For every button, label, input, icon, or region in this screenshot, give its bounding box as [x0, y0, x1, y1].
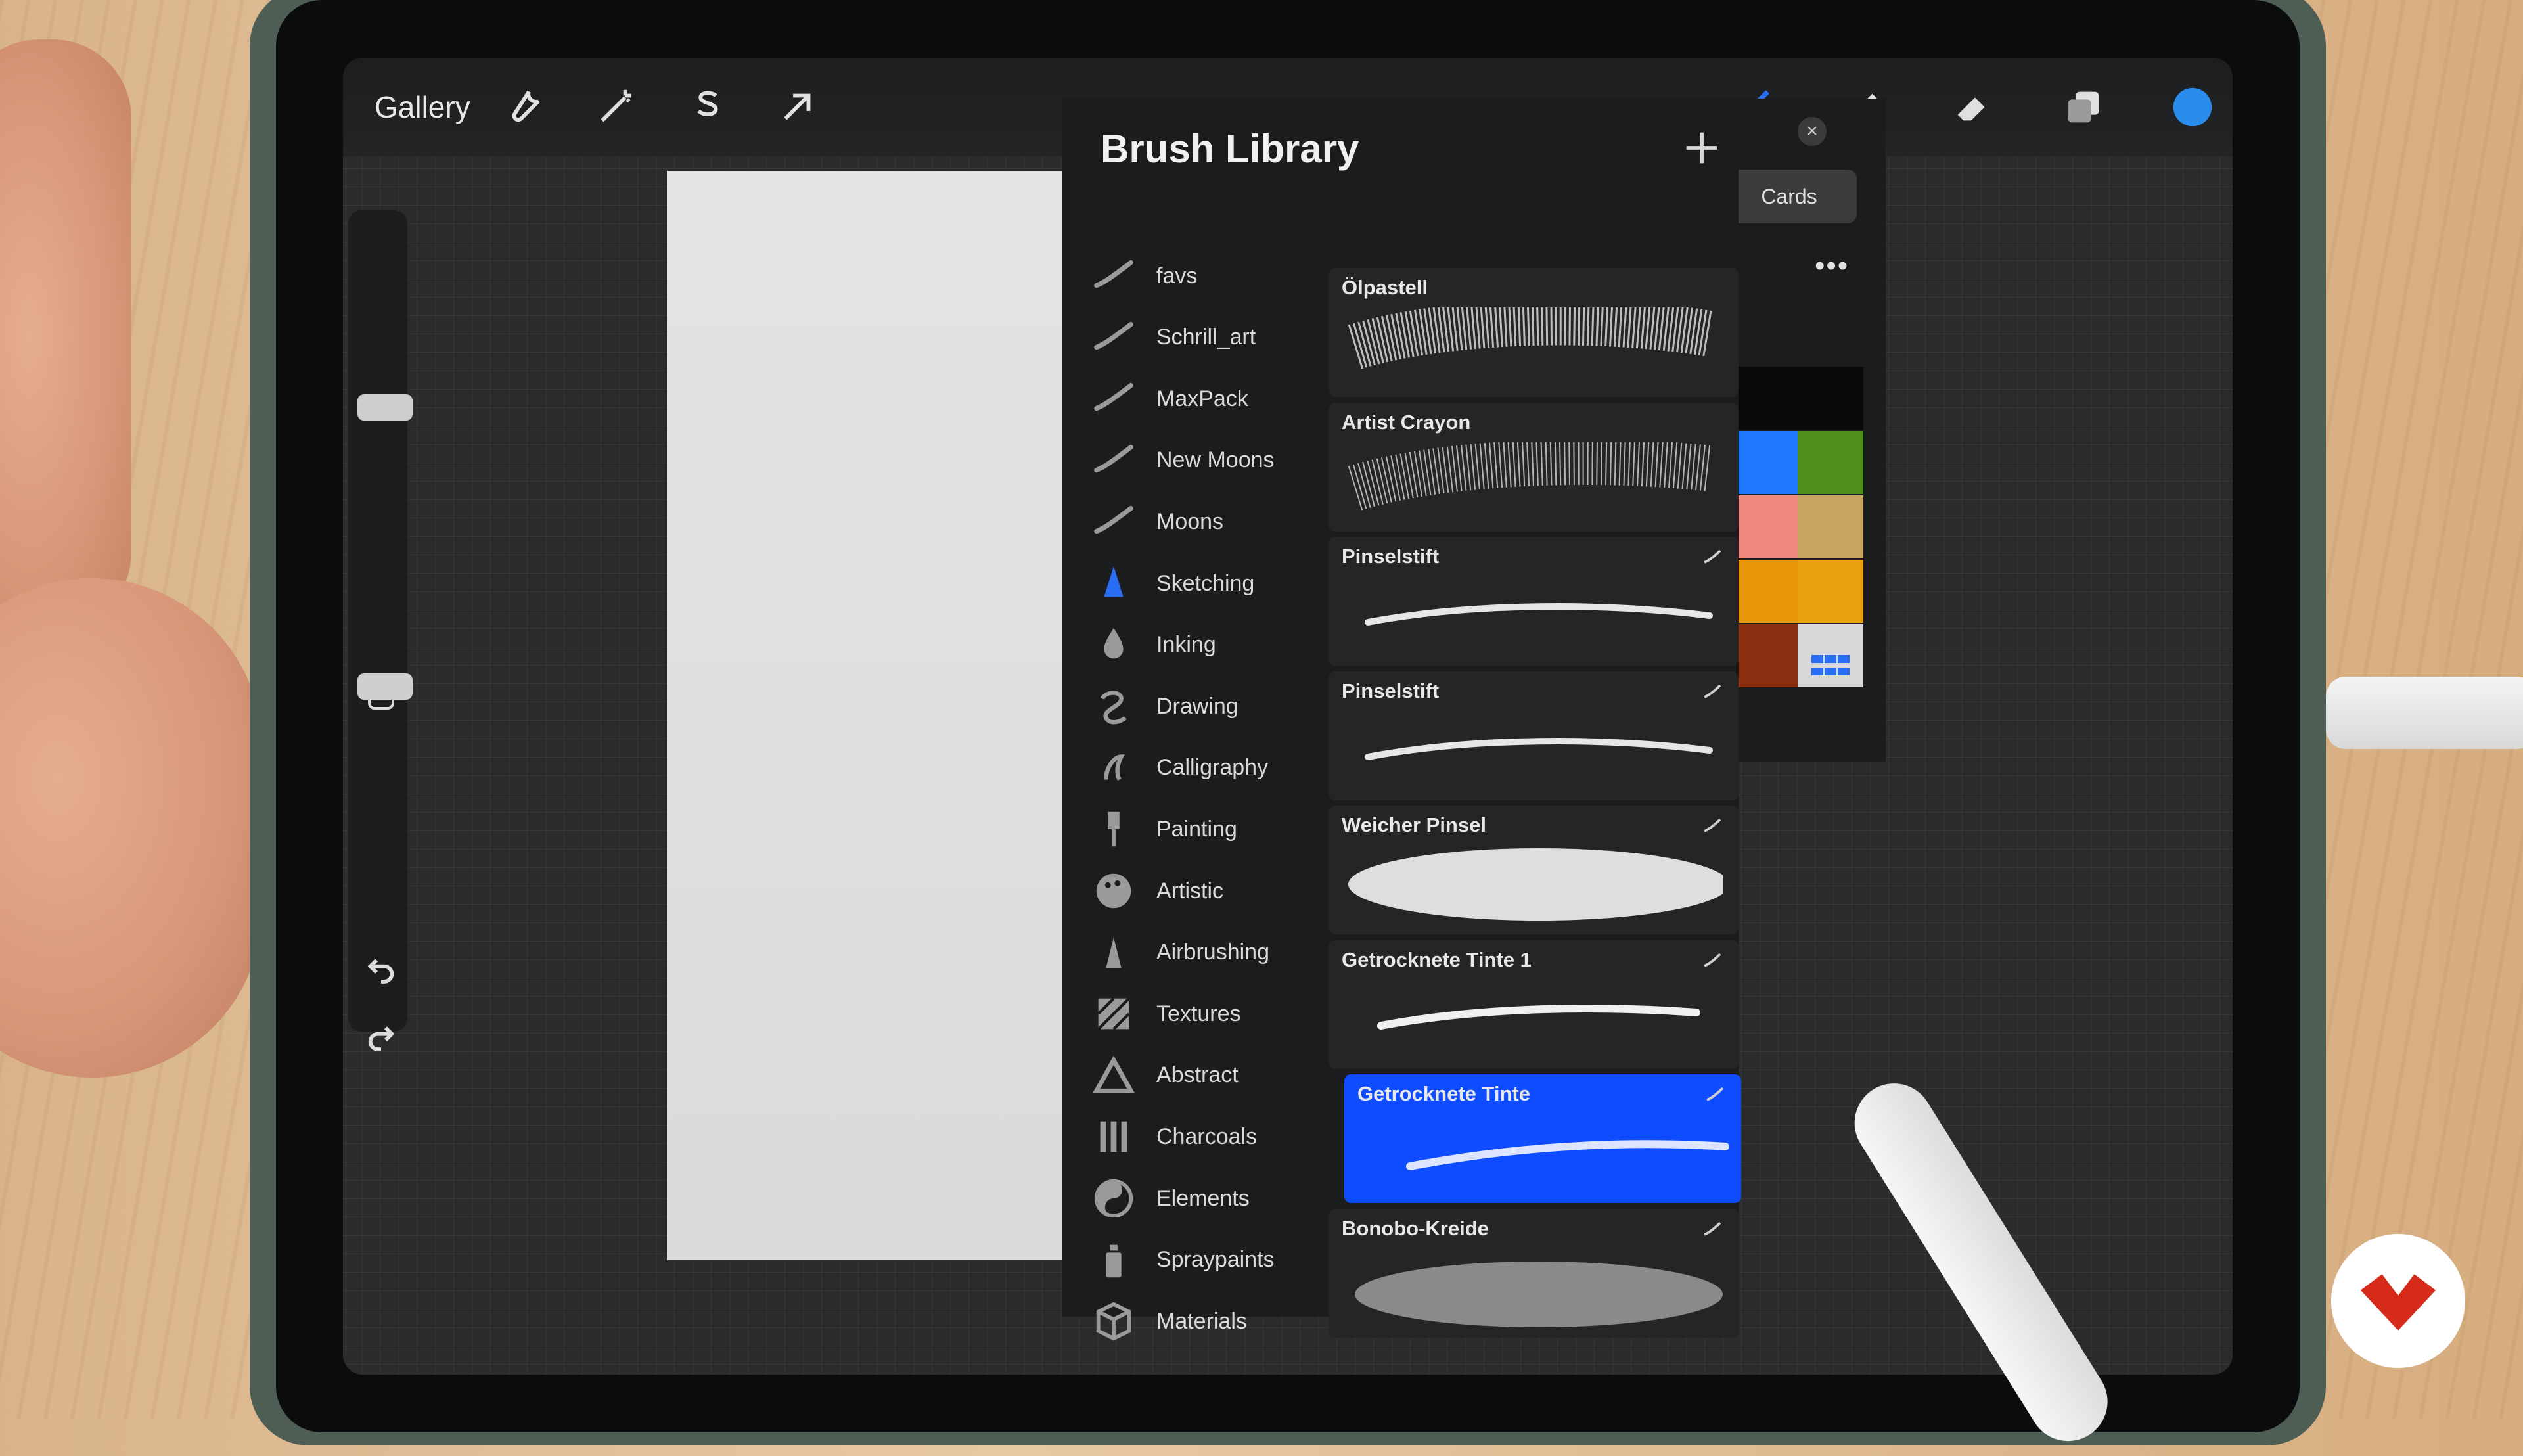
- eraser-icon[interactable]: [1950, 84, 1996, 130]
- brush-name: Artist Crayon: [1342, 410, 1471, 434]
- brush-name: Getrocknete Tinte 1: [1342, 947, 1532, 971]
- brush-stroke-preview: [1377, 1004, 1700, 1030]
- brush-set-label: MaxPack: [1156, 386, 1248, 411]
- color-swatch[interactable]: [1732, 560, 1798, 623]
- brush-card[interactable]: Getrocknete Tinte: [1344, 1074, 1741, 1203]
- brush-set-label: Painting: [1156, 816, 1237, 842]
- brush-set-label: Sketching: [1156, 570, 1255, 596]
- brush-set-label: Airbrushing: [1156, 940, 1269, 965]
- color-swatch[interactable]: [1798, 367, 1863, 430]
- brush-card[interactable]: Artist Crayon: [1329, 402, 1739, 532]
- brush-stroke-preview: [1355, 1261, 1723, 1327]
- brush-set-label: Moons: [1156, 509, 1224, 534]
- brush-stroke-preview: [1406, 1140, 1729, 1170]
- yin-yang-icon: [1091, 1175, 1137, 1221]
- stroke-icon: [1091, 376, 1137, 422]
- brush-edit-icon[interactable]: [1703, 1082, 1727, 1106]
- brush-set-label: Schrill_art: [1156, 325, 1256, 350]
- brush-set-label: New Moons: [1156, 447, 1275, 473]
- brush-card[interactable]: Pinselstift: [1329, 671, 1739, 800]
- spray-can-icon: [1091, 1237, 1137, 1283]
- color-swatch[interactable]: [1798, 431, 1863, 494]
- texture-icon: [1091, 991, 1137, 1037]
- pencil-tip-icon: [1091, 560, 1137, 606]
- paint-brush-icon: [1091, 806, 1137, 852]
- sidebar-sliders: [348, 210, 413, 1051]
- brush-set-label: favs: [1156, 263, 1198, 288]
- selection-s-icon[interactable]: [683, 84, 729, 130]
- magic-wand-icon[interactable]: [593, 84, 639, 130]
- brush-name: Getrocknete Tinte: [1357, 1082, 1531, 1105]
- brush-set-label: Materials: [1156, 1308, 1247, 1334]
- brush-name: Pinselstift: [1342, 679, 1440, 702]
- brush-set-label: Spraypaints: [1156, 1247, 1275, 1273]
- brush-set-label: Abstract: [1156, 1062, 1239, 1088]
- undo-icon[interactable]: [363, 949, 399, 986]
- stroke-icon: [1091, 315, 1137, 361]
- left-finger: [0, 39, 131, 631]
- stroke-icon: [1091, 253, 1137, 299]
- brush-edit-icon[interactable]: [1700, 948, 1724, 972]
- palette-icon: [1091, 868, 1137, 914]
- airbrush-icon: [1091, 930, 1137, 976]
- brush-card[interactable]: Pinselstift: [1329, 537, 1739, 666]
- brush-edit-icon[interactable]: [1700, 545, 1724, 568]
- brush-stroke-preview: [1348, 848, 1723, 921]
- gallery-button[interactable]: Gallery: [375, 89, 470, 125]
- stroke-icon: [1091, 438, 1137, 484]
- brush-stroke-preview: [1365, 737, 1713, 760]
- stroke-icon: [1091, 499, 1137, 545]
- color-swatch[interactable]: [1732, 367, 1798, 430]
- ink-drop-icon: [1091, 622, 1137, 668]
- cards-button[interactable]: Cards: [1721, 170, 1857, 223]
- wrench-icon[interactable]: [502, 84, 548, 130]
- brush-set-label: Calligraphy: [1156, 755, 1269, 781]
- brush-edit-icon[interactable]: [1700, 813, 1724, 837]
- brush-stroke-preview: [1348, 307, 1714, 369]
- squiggle-icon: [1091, 683, 1137, 729]
- layers-icon[interactable]: [2060, 84, 2106, 130]
- brush-name: Pinselstift: [1342, 545, 1440, 568]
- brush-name: Weicher Pinsel: [1342, 813, 1486, 836]
- calligraphy-a-icon: [1091, 745, 1137, 791]
- left-thumb: [0, 578, 263, 1078]
- add-brush-icon[interactable]: [1679, 125, 1725, 171]
- brush-set-label: Artistic: [1156, 878, 1223, 903]
- brand-logo: [2331, 1234, 2465, 1368]
- brush-library-title: Brush Library: [1101, 127, 1359, 171]
- opacity-slider[interactable]: [357, 673, 413, 700]
- brush-card[interactable]: Ölpastell: [1329, 268, 1739, 397]
- color-swatch[interactable]: [1732, 431, 1798, 494]
- brush-size-slider[interactable]: [357, 394, 413, 421]
- charcoal-icon: [1091, 1114, 1137, 1160]
- brush-card[interactable]: Bonobo-Kreide: [1329, 1208, 1739, 1338]
- color-swatch[interactable]: [1732, 495, 1798, 558]
- brush-set-label: Charcoals: [1156, 1124, 1258, 1149]
- brush-set-label: Elements: [1156, 1185, 1250, 1211]
- cube-icon: [1091, 1298, 1137, 1344]
- brush-name: Ölpastell: [1342, 276, 1428, 299]
- brush-card[interactable]: Weicher Pinsel: [1329, 806, 1739, 934]
- brush-set-label: Textures: [1156, 1001, 1241, 1026]
- brush-edit-icon[interactable]: [1700, 679, 1724, 703]
- color-swatch[interactable]: [1798, 495, 1863, 558]
- color-swatch[interactable]: [1798, 560, 1863, 623]
- brush-card[interactable]: Getrocknete Tinte 1: [1329, 940, 1739, 1069]
- brush-edit-icon[interactable]: [1700, 1217, 1724, 1240]
- brush-stroke-preview: [1365, 603, 1713, 626]
- grid-view-icon[interactable]: [1811, 654, 1854, 685]
- color-swatch[interactable]: [1732, 624, 1798, 687]
- color-circle-icon[interactable]: [2170, 84, 2216, 130]
- brush-stroke-preview: [1348, 442, 1712, 511]
- more-options-icon[interactable]: •••: [1815, 250, 1849, 283]
- redo-icon[interactable]: [363, 1017, 399, 1054]
- triangle-icon: [1091, 1053, 1137, 1099]
- brush-name: Bonobo-Kreide: [1342, 1216, 1489, 1240]
- usb-cable: [2326, 677, 2523, 749]
- transform-arrow-icon[interactable]: [774, 84, 820, 130]
- brush-set-label: Inking: [1156, 632, 1216, 658]
- close-icon[interactable]: ×: [1798, 117, 1827, 146]
- brush-set-label: Drawing: [1156, 693, 1239, 719]
